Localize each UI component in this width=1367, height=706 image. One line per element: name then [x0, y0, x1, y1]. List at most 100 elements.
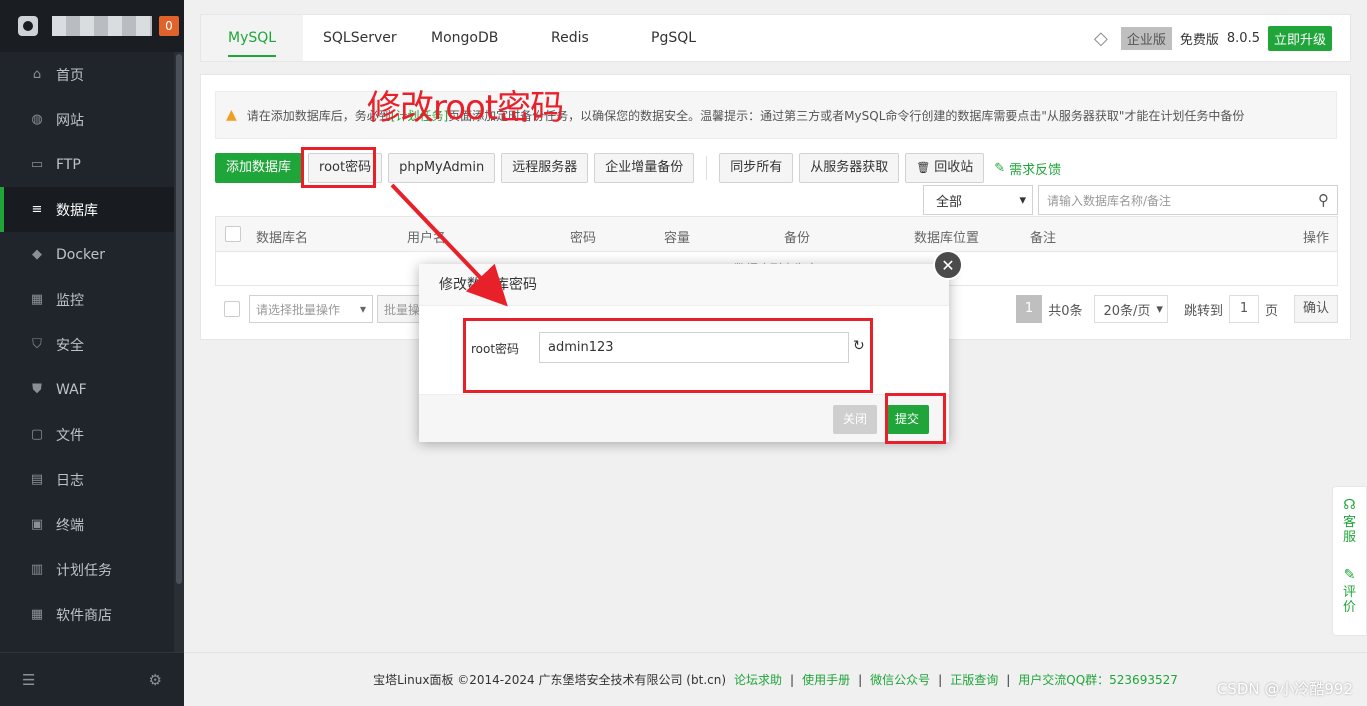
sidebar-item-7[interactable]: ⛊ WAF	[0, 367, 174, 412]
sidebar-item-6[interactable]: ⛉ 安全	[0, 322, 174, 367]
sidebar-item-4[interactable]: ◆ Docker	[0, 232, 174, 277]
log-icon: ▤	[30, 472, 44, 487]
sidebar-item-label: 计划任务	[56, 562, 112, 579]
footer-link-qq[interactable]: 用户交流QQ群：523693527	[1018, 671, 1178, 688]
footer-link-forum[interactable]: 论坛求助	[734, 671, 782, 688]
page-size-value: 20条/页	[1103, 303, 1151, 319]
sidebar-scrollbar[interactable]	[174, 52, 184, 652]
phpmyadmin-button[interactable]: phpMyAdmin	[388, 153, 496, 183]
rate-icon[interactable]: ✎	[1344, 567, 1356, 583]
logo-icon[interactable]	[18, 16, 38, 36]
col-db-name[interactable]: 数据库名	[256, 227, 308, 246]
dialog-close-button[interactable]: 关闭	[833, 405, 878, 434]
sidebar-item-3[interactable]: ≡ 数据库	[0, 187, 174, 232]
free-label: 免费版	[1179, 33, 1219, 48]
db-type-tabs: MySQL SQLServer MongoDB Redis PgSQL ◇ 企业…	[200, 14, 1351, 62]
docker-icon: ◆	[32, 247, 42, 262]
schedule-icon: ▥	[30, 562, 44, 577]
enterprise-backup-button[interactable]: 企业增量备份	[594, 153, 695, 183]
dialog-title: 修改数据库密码	[419, 264, 949, 306]
sidebar-nav: ⌂ 首页 ◍ 网站 ▭ FTP ≡ 数据库 ◆ Docker ▦ 监控 ⛉ 安全 ⛊ WAF ▢ 文件 ▤ 日志 ▣ 终端…	[0, 52, 174, 637]
col-actions: 操作	[1302, 231, 1329, 246]
tab-sqlserver[interactable]: SQLServer	[323, 15, 397, 61]
sidebar-item-10[interactable]: ▣ 终端	[0, 502, 174, 547]
annotation-box-root-button	[301, 147, 376, 188]
collapse-icon[interactable]: ☰	[22, 671, 35, 689]
remote-server-button[interactable]: 远程服务器	[501, 153, 589, 183]
batch-select[interactable]: 请选择批量操作 ▾	[249, 295, 373, 323]
annotation-title: 修改root密码	[367, 88, 564, 128]
settings-icon[interactable]: ⚙	[149, 671, 162, 689]
customer-service-icon[interactable]: ☊	[1343, 497, 1355, 513]
tab-mysql[interactable]: MySQL	[201, 15, 304, 61]
store-icon: ▦	[30, 607, 44, 622]
notification-badge[interactable]: 0	[159, 16, 179, 36]
sidebar-item-0[interactable]: ⌂ 首页	[0, 52, 174, 97]
close-icon[interactable]: ✕	[933, 250, 963, 280]
sidebar-item-label: 数据库	[56, 202, 98, 219]
col-backup: 备份	[784, 231, 811, 246]
batch-checkbox[interactable]	[224, 301, 240, 317]
chevron-down-icon: ▾	[359, 302, 366, 316]
edit-icon: ✎	[994, 160, 1006, 176]
col-remark: 备注	[1030, 231, 1057, 246]
sidebar-item-5[interactable]: ▦ 监控	[0, 277, 174, 322]
server-name-blurred	[52, 16, 152, 36]
sidebar-item-8[interactable]: ▢ 文件	[0, 412, 174, 457]
page-size-select[interactable]: 20条/页 ▾	[1094, 295, 1168, 323]
waf-icon: ⛊	[32, 382, 42, 397]
sidebar-item-11[interactable]: ▥ 计划任务	[0, 547, 174, 592]
search-input[interactable]: 请输入数据库名称/备注 ⚲	[1038, 185, 1338, 215]
sidebar-item-label: 文件	[56, 427, 84, 444]
sidebar-item-label: 安全	[56, 337, 84, 354]
enterprise-label[interactable]: 企业版	[1120, 27, 1172, 50]
sidebar-item-label: 网站	[56, 112, 84, 129]
sidebar-item-9[interactable]: ▤ 日志	[0, 457, 174, 502]
footer-link-genuine[interactable]: 正版查询	[950, 671, 998, 688]
col-username[interactable]: 用户名	[407, 227, 446, 246]
fetch-from-server-button[interactable]: 从服务器获取	[799, 153, 900, 183]
tab-mongodb[interactable]: MongoDB	[431, 15, 498, 61]
pagination: 1 共0条 20条/页 ▾ 跳转到 1 页 确认	[1015, 295, 1338, 323]
select-all-checkbox[interactable]	[225, 226, 241, 242]
sidebar-item-label: 首页	[56, 67, 84, 84]
batch-placeholder: 请选择批量操作	[256, 302, 341, 317]
sidebar-item-12[interactable]: ▦ 软件商店	[0, 592, 174, 637]
footer-link-manual[interactable]: 使用手册	[802, 671, 850, 688]
annotation-box-input	[463, 318, 873, 393]
add-database-button[interactable]: 添加数据库	[215, 153, 303, 183]
col-location: 数据库位置	[914, 231, 980, 246]
search-icon[interactable]: ⚲	[1318, 191, 1329, 209]
page-current[interactable]: 1	[1015, 295, 1043, 323]
diamond-icon: ◇	[1093, 27, 1108, 49]
tab-pgsql[interactable]: PgSQL	[651, 15, 696, 61]
upgrade-button[interactable]: 立即升级	[1267, 26, 1332, 51]
feedback-link[interactable]: ✎ 需求反馈	[994, 159, 1061, 178]
footer-link-wechat[interactable]: 微信公众号	[870, 671, 930, 688]
rate-label[interactable]: 评价	[1343, 585, 1357, 615]
page-total: 共0条	[1048, 303, 1083, 319]
tab-redis[interactable]: Redis	[551, 15, 589, 61]
page-unit: 页	[1264, 303, 1278, 319]
customer-service-label[interactable]: 客服	[1343, 515, 1357, 545]
page-confirm-button[interactable]: 确认	[1293, 295, 1338, 323]
warning-text-2: 页面添加定时备份任务，以确保您的数据安全。温馨提示：通过第三方或者MySQL命令…	[448, 108, 1245, 123]
terminal-icon: ▣	[30, 517, 44, 532]
home-icon: ⌂	[32, 67, 42, 82]
trash-icon: 🗑	[916, 161, 931, 174]
sync-all-button[interactable]: 同步所有	[719, 153, 794, 183]
feedback-label: 需求反馈	[1009, 162, 1062, 178]
sidebar-item-1[interactable]: ◍ 网站	[0, 97, 174, 142]
dialog-footer: 关闭 提交	[419, 394, 949, 442]
edition-info: ◇ 企业版 免费版 8.0.5 立即升级	[1089, 26, 1332, 51]
chevron-down-icon: ▾	[1156, 301, 1163, 317]
chevron-down-icon: ▾	[1019, 192, 1026, 208]
globe-icon: ◍	[31, 112, 43, 127]
recycle-bin-button[interactable]: 🗑 回收站	[905, 153, 985, 183]
version-label: 8.0.5	[1226, 31, 1260, 46]
page-jump-input[interactable]: 1	[1228, 295, 1259, 323]
filter-select[interactable]: 全部 ▾	[923, 185, 1033, 215]
sidebar-item-label: FTP	[56, 156, 81, 173]
sidebar-item-2[interactable]: ▭ FTP	[0, 142, 174, 187]
sidebar-item-label: 软件商店	[56, 607, 112, 624]
